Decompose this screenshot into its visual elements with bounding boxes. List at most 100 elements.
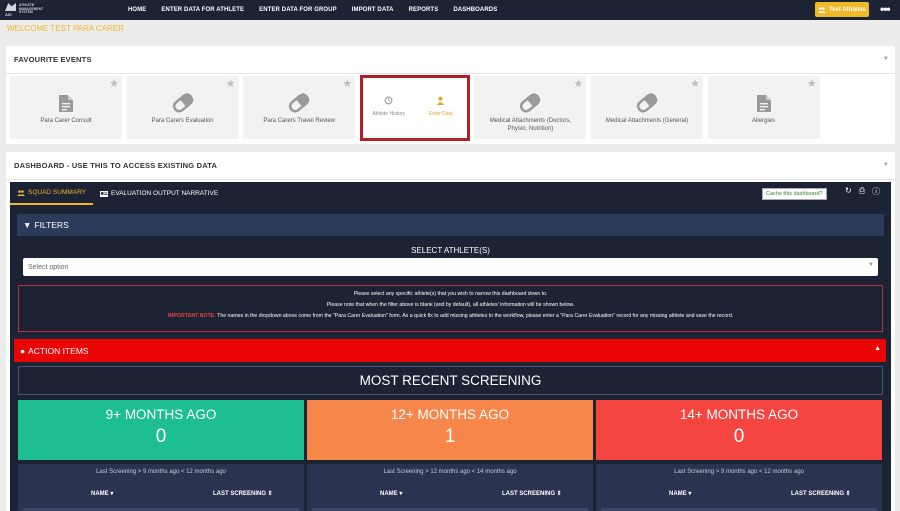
notice-line-2: Please note that when the filter above i… <box>326 302 575 308</box>
users-icon <box>17 189 25 196</box>
table-note: Last Screening > 9 months ago < 12 month… <box>96 469 226 475</box>
last-screening-column-header[interactable]: LAST SCREENING ⇕ <box>502 490 562 497</box>
logo-mark-icon: AIS <box>5 3 16 17</box>
card-title: 12+ MONTHS AGO <box>390 407 510 422</box>
nav-dashboards[interactable]: DASHBOARDS <box>453 7 497 13</box>
favourite-tile-allergies[interactable]: ★ Allergies <box>707 76 820 139</box>
enter-data-action[interactable]: Enter Data <box>417 96 465 117</box>
dashboard-panel: DASHBOARD - USE THIS TO ACCESS EXISTING … <box>6 152 895 511</box>
test-athletes-button[interactable]: Test Athletes <box>815 2 869 17</box>
card-9-months: 9+ MONTHS AGO 0 <box>18 400 304 460</box>
pill-icon <box>287 93 311 113</box>
alert-icon: ● <box>20 345 26 356</box>
dashboard-content: SQUAD SUMMARY EVALUATION OUTPUT NARRATIV… <box>10 182 891 511</box>
card-title: 14+ MONTHS AGO <box>679 407 799 422</box>
favourite-tile-para-carers-travel-review[interactable]: ★ Para Carers Travel Review <box>243 76 356 139</box>
nav-reports[interactable]: REPORTS <box>409 7 439 13</box>
favourite-events-title: FAVOURITE EVENTS <box>14 55 92 64</box>
dashboard-header[interactable]: DASHBOARD - USE THIS TO ACCESS EXISTING … <box>6 152 895 180</box>
info-icon[interactable]: ⓘ <box>872 186 880 197</box>
favourite-tile-selected: Athlete History Enter Data <box>359 75 470 141</box>
card-value: 1 <box>444 426 456 447</box>
history-icon <box>384 96 393 105</box>
favourite-tile-medical-attachments-general[interactable]: ★ Medical Attachments (General) <box>590 76 703 139</box>
name-column-header[interactable]: NAME ▾ <box>380 490 402 497</box>
print-icon[interactable]: ⎙ <box>859 186 865 197</box>
favourite-tile-para-carer-consult[interactable]: ★ Para Carer Consult <box>10 76 122 139</box>
user-icon <box>437 96 445 105</box>
refresh-icon[interactable]: ↻ <box>845 186 852 197</box>
dashboard-title: DASHBOARD - USE THIS TO ACCESS EXISTING … <box>14 161 218 170</box>
filters-bar[interactable]: ▼ FILTERS <box>17 214 884 236</box>
collapse-chevron-icon[interactable]: ▼ <box>883 56 889 62</box>
card-title: 9+ MONTHS AGO <box>105 407 217 422</box>
select-placeholder: Select option <box>28 263 69 271</box>
athlete-history-label: Athlete History <box>372 111 406 117</box>
logo-text: ATHLETE MANAGEMENT SYSTEM <box>19 3 44 15</box>
nav-enter-data-athlete[interactable]: ENTER DATA FOR ATHLETE <box>161 7 244 13</box>
star-icon[interactable]: ★ <box>226 79 236 90</box>
athlete-select[interactable]: Select option ▼ <box>23 258 878 276</box>
last-screening-column-header[interactable]: LAST SCREENING ⇕ <box>791 490 851 497</box>
card-value: 0 <box>733 426 745 447</box>
card-14-months: 14+ MONTHS AGO 0 <box>596 400 882 460</box>
notice-line-1: Please select any specific athlete(s) th… <box>353 291 548 297</box>
tile-label: Medical Attachments (Doctors, Physio, Nu… <box>489 118 572 132</box>
id-card-icon <box>100 190 109 197</box>
chevron-up-icon[interactable]: ▲ <box>874 345 881 352</box>
star-icon[interactable]: ★ <box>574 79 584 90</box>
nav-import-data[interactable]: IMPORT DATA <box>352 7 394 13</box>
chevron-down-icon: ▼ <box>868 262 874 268</box>
star-icon[interactable]: ★ <box>690 79 700 90</box>
enter-data-label: Enter Data <box>428 111 453 117</box>
filters-label: FILTERS <box>34 220 69 230</box>
action-items-label: ACTION ITEMS <box>28 345 89 356</box>
pill-icon <box>518 93 542 113</box>
tile-label: Para Carers Evaluation <box>151 118 214 124</box>
tile-label: Para Carer Consult <box>40 118 92 124</box>
table-note: Last Screening > 9 months ago < 12 month… <box>674 469 804 475</box>
screening-table-9-months: Last Screening > 9 months ago < 12 month… <box>18 464 304 511</box>
notice-line-3: IMPORTANT NOTE: The names in the dropdow… <box>167 313 734 319</box>
pill-icon <box>635 93 659 113</box>
document-icon <box>54 93 78 113</box>
favourite-tile-medical-attachments-doctors[interactable]: ★ Medical Attachments (Doctors, Physio, … <box>474 76 587 139</box>
welcome-message: WELCOME TEST PARA CARER <box>7 24 124 33</box>
athlete-history-action[interactable]: Athlete History <box>365 96 413 117</box>
more-menu-icon[interactable]: ••• <box>880 3 891 15</box>
app-logo[interactable]: AIS ATHLETE MANAGEMENT SYSTEM <box>5 3 44 17</box>
most-recent-screening-title: MOST RECENT SCREENING <box>18 366 883 395</box>
document-icon <box>752 93 776 113</box>
tab-evaluation-output-narrative[interactable]: EVALUATION OUTPUT NARRATIVE <box>93 182 225 205</box>
screening-table-12-months: Last Screening > 12 months ago < 14 mont… <box>307 464 593 511</box>
screening-table-14-months: Last Screening > 9 months ago < 12 month… <box>596 464 882 511</box>
users-icon <box>817 6 826 13</box>
nav-home[interactable]: HOME <box>128 7 146 13</box>
collapse-chevron-icon[interactable]: ▼ <box>883 162 889 168</box>
last-screening-column-header[interactable]: LAST SCREENING ⇕ <box>213 490 273 497</box>
tab-squad-summary[interactable]: SQUAD SUMMARY <box>10 182 94 205</box>
select-athletes-label: SELECT ATHLETE(S) <box>411 246 490 255</box>
star-icon[interactable]: ★ <box>342 79 352 90</box>
cache-dashboard-button[interactable]: Cache this dashboard? <box>762 188 827 200</box>
top-nav: AIS ATHLETE MANAGEMENT SYSTEM HOME ENTER… <box>0 0 900 20</box>
name-column-header[interactable]: NAME ▾ <box>669 490 691 497</box>
tile-label: Medical Attachments (General) <box>605 118 689 124</box>
nav-enter-data-group[interactable]: ENTER DATA FOR GROUP <box>259 7 337 13</box>
table-note: Last Screening > 12 months ago < 14 mont… <box>383 469 517 475</box>
tile-label: Allergies <box>752 118 776 124</box>
card-value: 0 <box>155 426 167 447</box>
filter-icon: ▼ <box>23 220 32 230</box>
action-items-bar[interactable]: ● ACTION ITEMS ▲ <box>14 339 886 362</box>
favourite-events-panel: FAVOURITE EVENTS ▼ ★ Para Carer Consult … <box>6 46 895 144</box>
test-athletes-label: Test Athletes <box>828 6 866 13</box>
star-icon[interactable]: ★ <box>109 79 119 90</box>
pill-icon <box>171 93 195 113</box>
star-icon[interactable]: ★ <box>807 79 817 90</box>
name-column-header[interactable]: NAME ▾ <box>91 490 113 497</box>
filter-notice: Please select any specific athlete(s) th… <box>18 285 883 332</box>
dashboard-tabs: SQUAD SUMMARY EVALUATION OUTPUT NARRATIV… <box>10 182 891 205</box>
favourite-tile-para-carers-evaluation[interactable]: ★ Para Carers Evaluation <box>126 76 239 139</box>
card-12-months: 12+ MONTHS AGO 1 <box>307 400 593 460</box>
favourite-events-header[interactable]: FAVOURITE EVENTS ▼ <box>6 46 895 74</box>
